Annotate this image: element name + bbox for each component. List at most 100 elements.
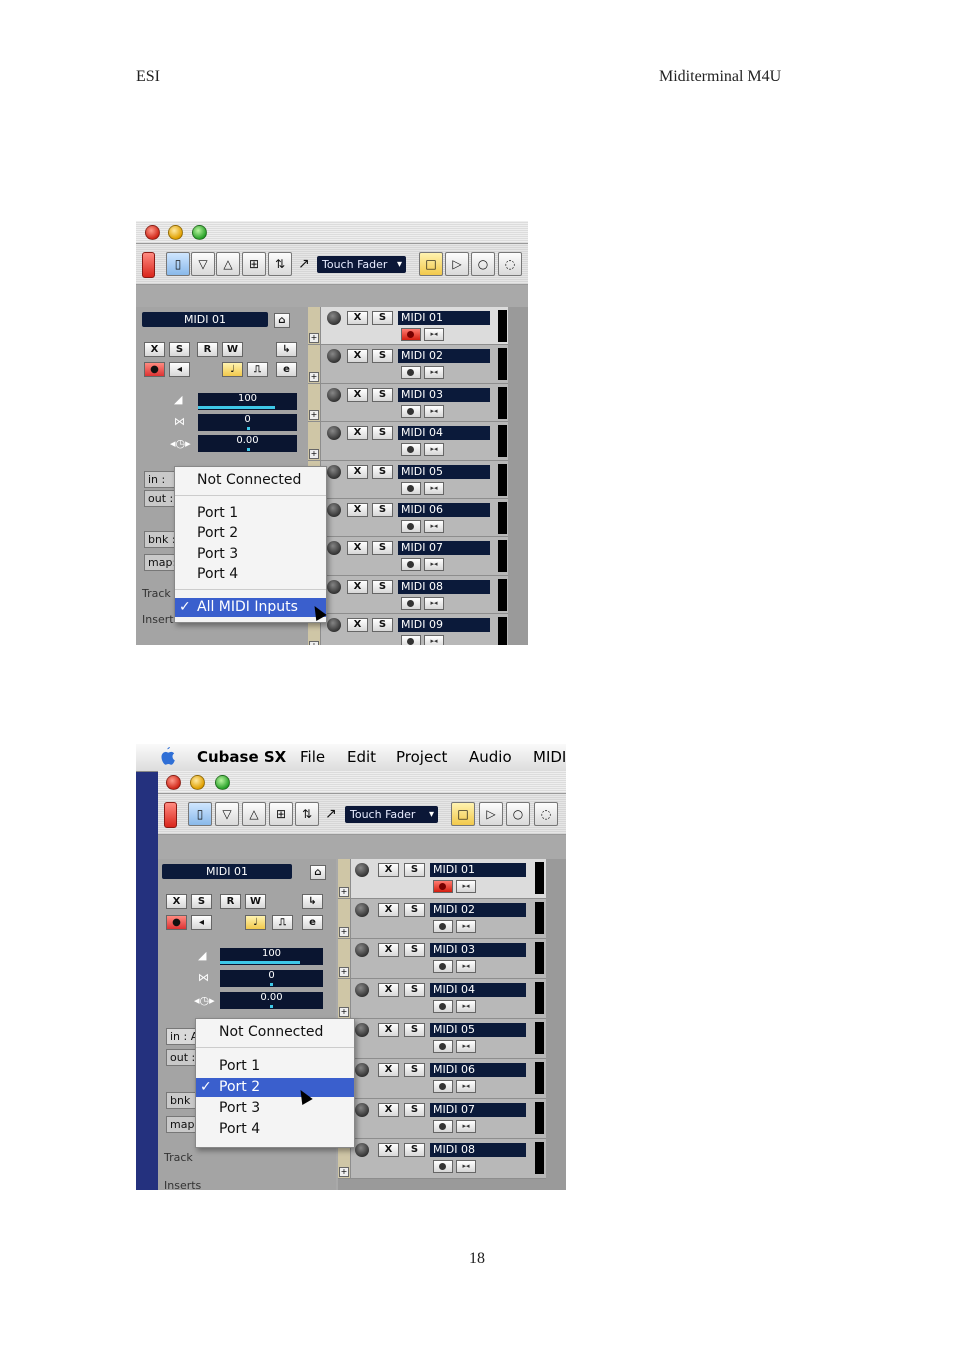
track-row[interactable]: +XSMIDI 05▸◂ bbox=[338, 1019, 546, 1059]
track-solo-button[interactable]: S bbox=[404, 943, 425, 957]
close-window-button[interactable] bbox=[145, 225, 160, 240]
track-monitor-icon[interactable]: ▸◂ bbox=[424, 404, 444, 418]
play-tool-icon[interactable]: ▷ bbox=[445, 252, 469, 276]
edit-button[interactable]: e bbox=[276, 362, 297, 377]
monitor-icon[interactable]: ◂ bbox=[169, 362, 190, 377]
track-monitor-icon[interactable]: ▸◂ bbox=[424, 596, 444, 610]
track-mute-button[interactable]: X bbox=[347, 464, 368, 479]
track-row[interactable]: + X S MIDI 02 ▸◂ bbox=[338, 899, 546, 939]
record-enable-button[interactable]: ● bbox=[144, 362, 165, 377]
track-solo-button[interactable]: S bbox=[372, 618, 393, 633]
collapse-icon[interactable]: ▽ bbox=[215, 802, 239, 826]
mute-button[interactable]: X bbox=[166, 894, 187, 909]
track-row[interactable]: + X S MIDI 01 ▸◂ bbox=[308, 307, 508, 346]
menu-item-not-connected[interactable]: Not Connected bbox=[196, 1023, 354, 1042]
track-mute-button[interactable]: X bbox=[378, 983, 399, 997]
track-solo-button[interactable]: S bbox=[372, 541, 393, 556]
track-name[interactable]: MIDI 04 bbox=[398, 426, 490, 441]
pan-slider[interactable]: 0 bbox=[220, 970, 323, 987]
track-record-button[interactable] bbox=[433, 1160, 453, 1173]
track-mute-button[interactable]: X bbox=[347, 311, 368, 325]
track-monitor-icon[interactable]: ▸◂ bbox=[456, 1160, 476, 1173]
track-section-label[interactable]: Track bbox=[164, 1151, 193, 1164]
menu-edit[interactable]: Edit bbox=[347, 748, 376, 766]
track-solo-button[interactable]: S bbox=[372, 426, 393, 441]
inspector-collapse-icon[interactable]: ⌂ bbox=[310, 865, 326, 880]
track-record-button[interactable] bbox=[401, 520, 421, 533]
track-mute-button[interactable]: X bbox=[347, 387, 368, 402]
track-mute-button[interactable]: X bbox=[378, 1103, 399, 1117]
track-monitor-icon[interactable]: ▸◂ bbox=[424, 520, 444, 533]
track-solo-button[interactable]: S bbox=[404, 903, 425, 917]
zoom-window-button[interactable] bbox=[215, 775, 230, 790]
track-record-button[interactable] bbox=[401, 404, 421, 418]
track-name[interactable]: MIDI 01 bbox=[430, 863, 526, 877]
mixer-icon[interactable]: ⇅ bbox=[268, 252, 292, 276]
track-solo-button[interactable]: S bbox=[372, 464, 393, 479]
menu-item-all-midi-inputs[interactable]: ✓ All MIDI Inputs bbox=[175, 598, 326, 617]
delay-slider[interactable]: 0.00 bbox=[220, 992, 323, 1009]
menu-item-port-1[interactable]: Port 1 bbox=[196, 1057, 354, 1076]
menu-app-name[interactable]: Cubase SX bbox=[197, 748, 286, 766]
read-button[interactable]: R bbox=[220, 894, 241, 909]
bypass-icon[interactable]: ↳ bbox=[302, 894, 323, 909]
track-record-button[interactable] bbox=[433, 1120, 453, 1133]
menu-audio[interactable]: Audio bbox=[469, 748, 512, 766]
pan-slider[interactable]: 0 bbox=[198, 414, 297, 431]
write-button[interactable]: W bbox=[222, 342, 243, 357]
track-record-button[interactable] bbox=[433, 920, 453, 933]
track-solo-button[interactable]: S bbox=[404, 1103, 425, 1117]
track-row[interactable]: +XSMIDI 07▸◂ bbox=[308, 537, 508, 576]
lock-icon[interactable]: ⎍ bbox=[247, 362, 268, 377]
track-record-button[interactable] bbox=[401, 443, 421, 457]
expand-track-icon[interactable]: + bbox=[309, 371, 319, 382]
track-row[interactable]: + XS MIDI 09 ▸◂ bbox=[308, 614, 508, 645]
expand-track-icon[interactable]: + bbox=[309, 410, 319, 421]
track-mute-button[interactable]: X bbox=[347, 349, 368, 364]
track-row[interactable]: + XS MIDI 08 ▸◂ bbox=[338, 1139, 546, 1179]
lasso-tool-icon[interactable]: ◌ bbox=[498, 252, 522, 276]
track-monitor-icon[interactable]: ▸◂ bbox=[456, 1080, 476, 1093]
track-mute-button[interactable]: X bbox=[378, 1063, 399, 1077]
track-name[interactable]: MIDI 07 bbox=[430, 1103, 526, 1117]
track-handle[interactable]: + bbox=[338, 939, 351, 978]
track-row[interactable]: +XSMIDI 07▸◂ bbox=[338, 1099, 546, 1139]
track-name[interactable]: MIDI 06 bbox=[430, 1063, 526, 1077]
track-monitor-icon[interactable]: ▸◂ bbox=[456, 1120, 476, 1133]
track-mute-button[interactable]: X bbox=[347, 579, 368, 594]
automation-mode-select[interactable]: Touch Fader bbox=[317, 256, 406, 273]
track-handle[interactable]: + bbox=[308, 422, 321, 460]
bypass-icon[interactable]: ↳ bbox=[276, 342, 297, 357]
track-name[interactable]: MIDI 09 bbox=[398, 618, 490, 633]
mixer-icon[interactable]: ⇅ bbox=[295, 802, 319, 826]
expand-track-icon[interactable]: + bbox=[339, 927, 349, 937]
track-mute-button[interactable]: X bbox=[378, 903, 399, 917]
track-name[interactable]: MIDI 08 bbox=[398, 579, 490, 594]
track-record-button[interactable] bbox=[433, 1040, 453, 1053]
track-solo-button[interactable]: S bbox=[404, 1063, 425, 1077]
track-mute-button[interactable]: X bbox=[378, 1143, 399, 1157]
menu-item-port-3[interactable]: Port 3 bbox=[175, 545, 326, 564]
lock-icon[interactable]: ⎍ bbox=[272, 915, 293, 930]
expand-track-icon[interactable]: + bbox=[339, 1007, 349, 1017]
volume-slider[interactable]: 100 bbox=[198, 393, 297, 410]
track-record-button[interactable] bbox=[401, 366, 421, 380]
track-monitor-icon[interactable]: ▸◂ bbox=[456, 1040, 476, 1053]
track-row[interactable]: +XSMIDI 05▸◂ bbox=[308, 460, 508, 499]
object-select-tool-icon[interactable]: □ bbox=[451, 802, 475, 826]
track-mute-button[interactable]: X bbox=[347, 503, 368, 517]
monitor-icon[interactable]: ◂ bbox=[191, 915, 212, 930]
expand-track-icon[interactable]: + bbox=[309, 640, 319, 645]
minimize-window-button[interactable] bbox=[190, 775, 205, 790]
track-monitor-icon[interactable]: ▸◂ bbox=[456, 960, 476, 973]
track-record-button[interactable] bbox=[401, 596, 421, 610]
track-name[interactable]: MIDI 05 bbox=[398, 464, 490, 479]
menu-item-port-4[interactable]: Port 4 bbox=[175, 565, 326, 584]
close-window-button[interactable] bbox=[166, 775, 181, 790]
track-mute-button[interactable]: X bbox=[378, 943, 399, 957]
automation-mode-select[interactable]: Touch Fader bbox=[345, 806, 438, 823]
track-mute-button[interactable]: X bbox=[378, 1023, 399, 1037]
expand-icon[interactable]: △ bbox=[216, 252, 240, 276]
object-select-tool-icon[interactable]: □ bbox=[419, 252, 443, 276]
zoom-window-button[interactable] bbox=[192, 225, 207, 240]
